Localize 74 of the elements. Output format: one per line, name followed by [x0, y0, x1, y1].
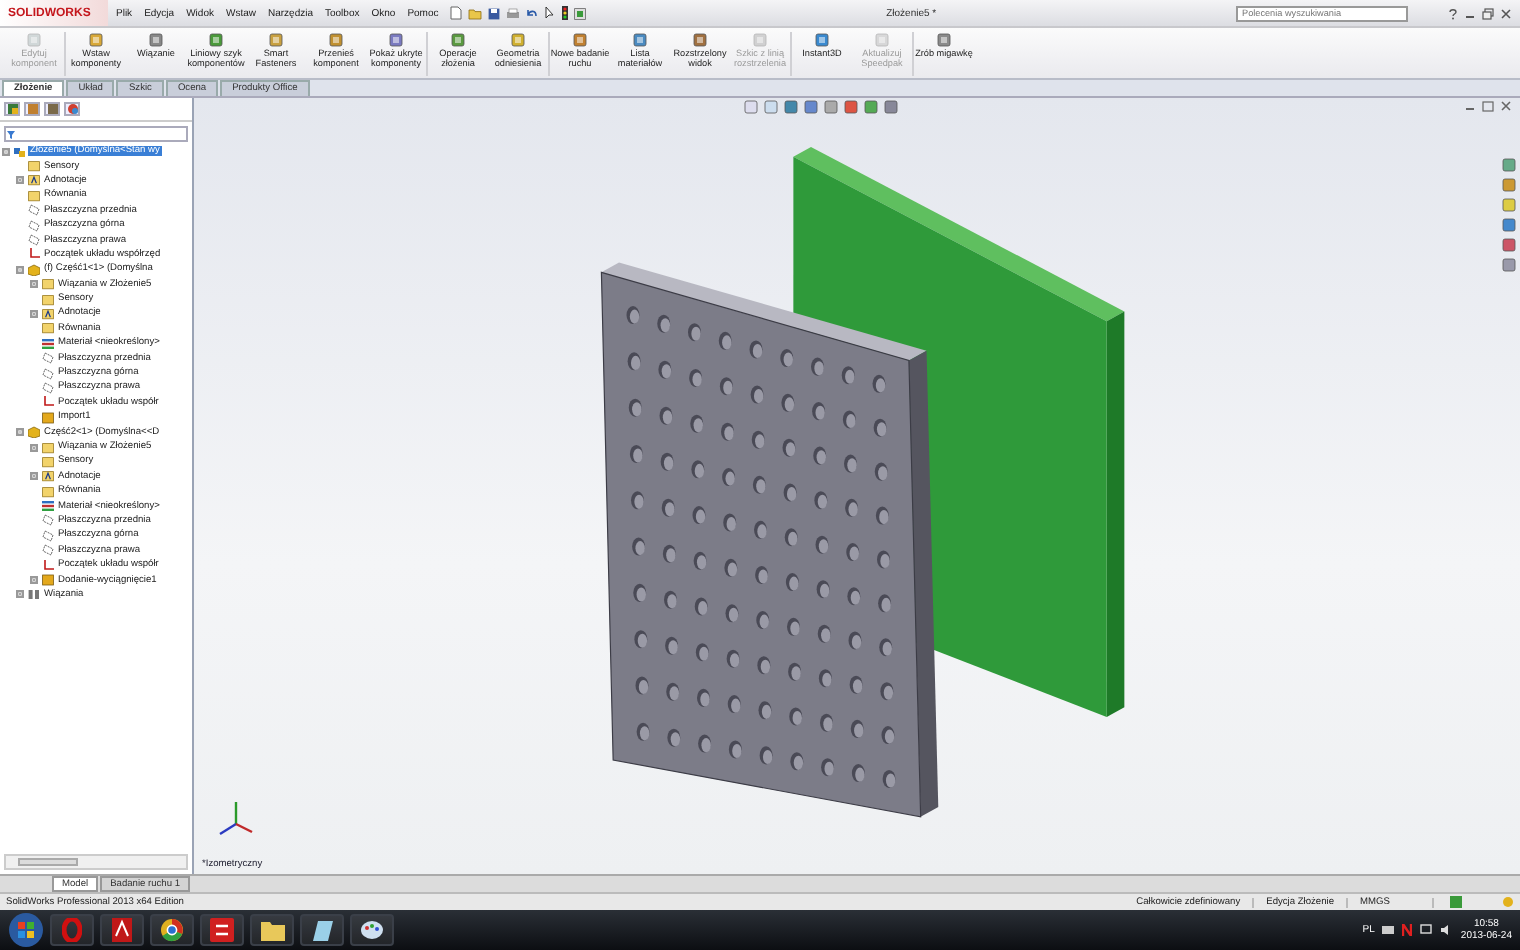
assembly-icon	[14, 145, 26, 158]
origin-icon	[42, 396, 54, 409]
tool-icon	[148, 32, 164, 48]
collapse-icon[interactable]	[2, 147, 10, 156]
help-icon[interactable]	[1448, 7, 1458, 19]
expand-icon[interactable]	[30, 280, 38, 289]
filter-field[interactable]	[4, 126, 188, 142]
tool-icon	[936, 32, 952, 48]
tool-icon	[510, 32, 526, 48]
tool-icon	[450, 32, 466, 48]
start-orb-icon[interactable]	[8, 912, 44, 948]
options-icon[interactable]	[574, 7, 587, 19]
property-tab[interactable]	[24, 102, 40, 116]
folder-icon	[28, 160, 40, 173]
collapse-icon[interactable]	[16, 265, 24, 274]
pdf-reader-icon[interactable]	[100, 914, 144, 946]
tool-icon	[572, 32, 588, 48]
tool-icon	[26, 32, 42, 48]
tool-icon	[88, 32, 104, 48]
folder-icon	[42, 485, 54, 498]
part-icon	[28, 263, 40, 276]
solidworks-icon[interactable]	[200, 914, 244, 946]
tool-icon	[814, 32, 830, 48]
origin-icon	[28, 248, 40, 261]
traffic-light-icon[interactable]	[562, 6, 569, 20]
horizontal-scrollbar[interactable]	[4, 854, 188, 870]
new-document-icon[interactable]	[450, 6, 463, 20]
network-icon[interactable]	[1382, 925, 1395, 935]
annotation-icon	[42, 470, 54, 483]
cursor-icon[interactable]	[544, 6, 557, 20]
expand-icon[interactable]	[16, 590, 24, 599]
restore-icon[interactable]	[1482, 100, 1494, 112]
configuration-tab[interactable]	[44, 102, 60, 116]
tool-icon	[208, 32, 224, 48]
restore-icon[interactable]	[1482, 7, 1494, 19]
tool-icon	[692, 32, 708, 48]
feature-icon	[42, 411, 54, 424]
chrome-icon[interactable]	[150, 914, 194, 946]
undo-icon[interactable]	[526, 7, 539, 19]
expand-icon[interactable]	[30, 309, 38, 318]
display-icon[interactable]	[1420, 924, 1433, 936]
expand-icon[interactable]	[30, 472, 38, 481]
annotation-icon	[42, 307, 54, 320]
collapse-icon[interactable]	[16, 428, 24, 437]
tool-icon	[874, 32, 890, 48]
annotation-icon	[28, 174, 40, 187]
print-icon[interactable]	[506, 7, 521, 19]
tool-icon	[632, 32, 648, 48]
material-icon	[42, 337, 54, 350]
notepad-icon[interactable]	[300, 914, 344, 946]
mates-icon	[28, 588, 40, 601]
folder-icon	[42, 322, 54, 335]
paint-icon[interactable]	[350, 914, 394, 946]
tool-icon	[388, 32, 404, 48]
expand-icon[interactable]	[16, 176, 24, 185]
feature-icon	[42, 574, 54, 587]
close-icon[interactable]	[1500, 7, 1512, 19]
tool-icon	[328, 32, 344, 48]
expand-icon[interactable]	[30, 576, 38, 585]
display-tab[interactable]	[64, 102, 80, 116]
filter-icon	[6, 129, 16, 139]
folder-icon[interactable]	[468, 7, 483, 19]
speaker-icon[interactable]	[1440, 924, 1453, 936]
folder-icon	[28, 189, 40, 202]
origin-icon	[42, 559, 54, 572]
feature-tree-tab[interactable]	[4, 102, 20, 116]
expand-icon[interactable]	[30, 443, 38, 451]
material-icon	[42, 500, 54, 513]
tool-icon	[268, 32, 284, 48]
close-icon[interactable]	[1500, 100, 1512, 112]
part-icon	[28, 426, 40, 439]
antivirus-icon[interactable]	[1402, 924, 1413, 936]
tool-icon	[752, 32, 768, 48]
save-icon[interactable]	[488, 7, 501, 19]
